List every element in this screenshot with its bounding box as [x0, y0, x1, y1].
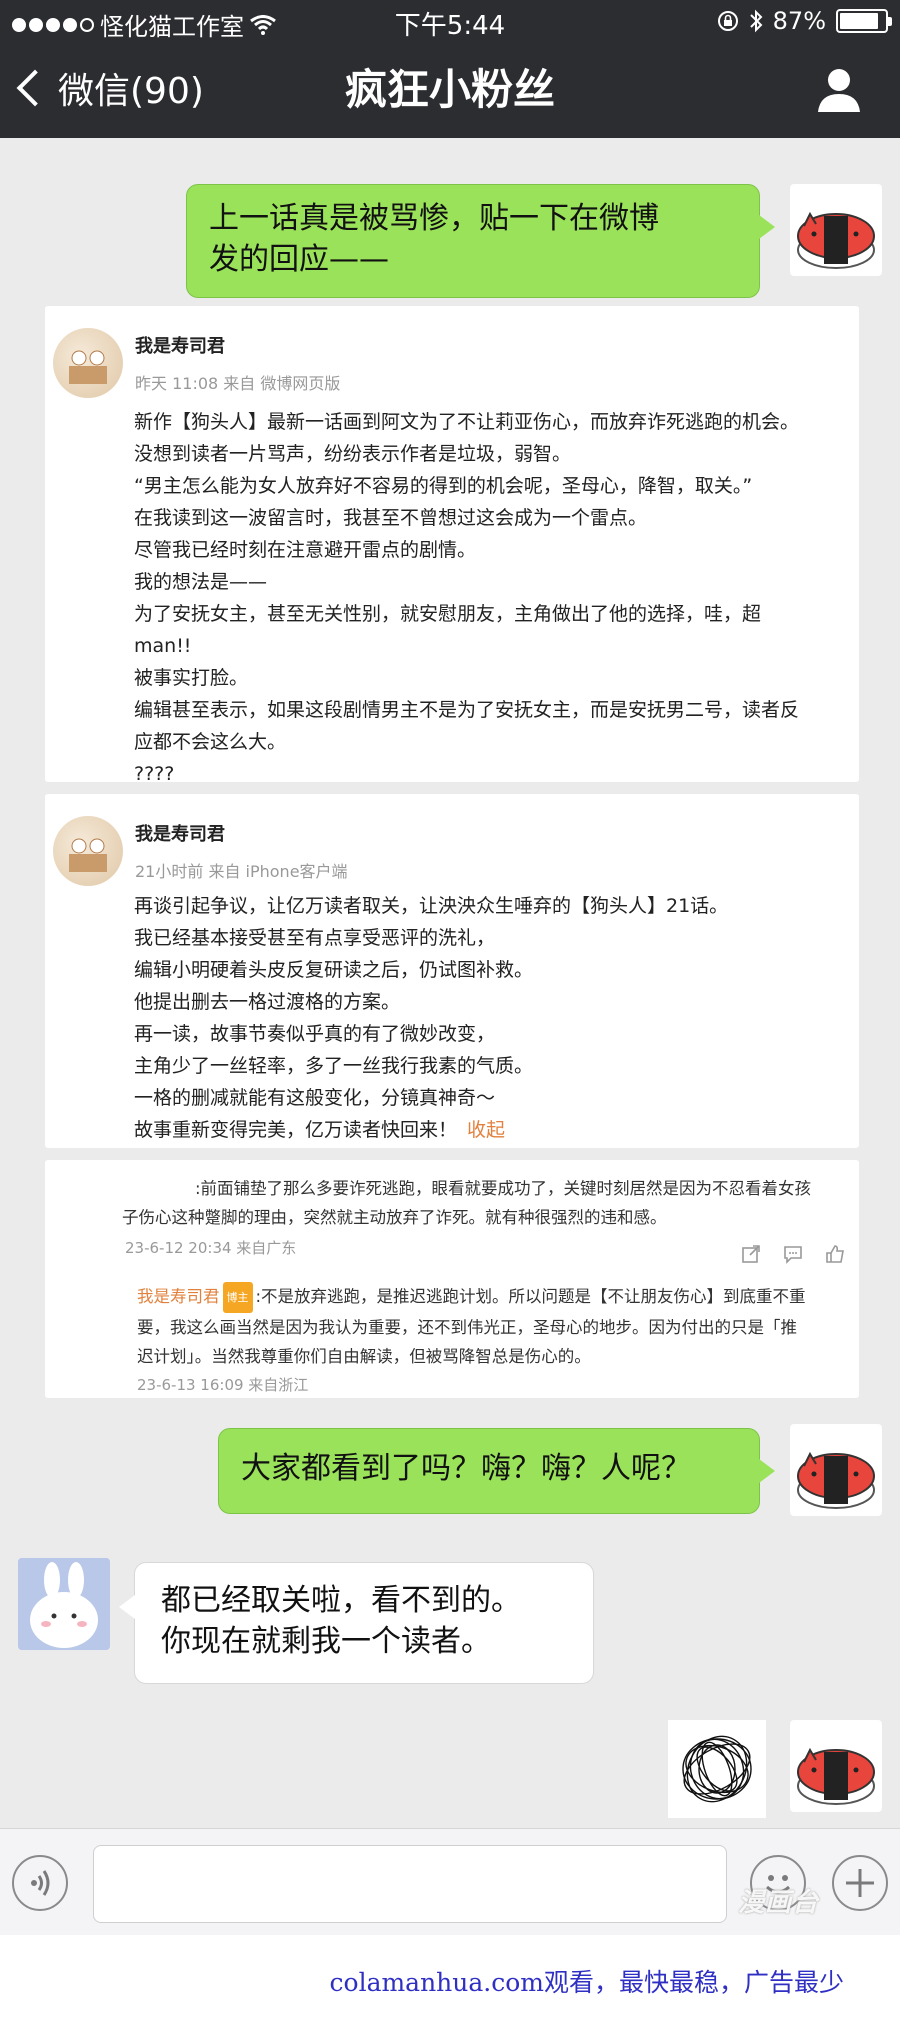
blogger-badge: 博主	[222, 1282, 253, 1313]
my-avatar-sushi[interactable]	[790, 184, 882, 276]
weibo-post-1: 我是寿司君 昨天 11:08 来自 微博网页版 新作【狗头人】最新一话画到阿文为…	[45, 306, 859, 785]
comment-meta: 23-6-12 20:34 来自广东	[125, 1239, 297, 1257]
author-avatar[interactable]	[53, 328, 123, 398]
post-2-body: 再谈引起争议，让亿万读者取关，让泱泱众生唾弃的【狗头人】21话。 我已经基本接受…	[134, 890, 854, 1146]
message-2-text: 大家都看到了吗？嗨？嗨？人呢？	[241, 1451, 691, 1486]
top-bar: 怪化猫工作室 下午5:44 87% 微信(90) 疯狂小粉丝	[0, 0, 900, 138]
chat-screen: 怪化猫工作室 下午5:44 87% 微信(90) 疯狂小粉丝 上一话真是被骂惨，…	[0, 0, 900, 1935]
battery-icon	[836, 9, 892, 33]
outgoing-message-1[interactable]: 上一话真是被骂惨，贴一下在微博 发的回应——	[186, 184, 775, 298]
author-avatar[interactable]	[53, 816, 123, 886]
comment-line-1: :前面铺垫了那么多要诈死逃跑，眼看就要成功了，关键时刻居然是因为不忍看着女孩	[195, 1179, 812, 1198]
post-1-header: 我是寿司君 昨天 11:08 来自 微博网页版	[135, 332, 340, 394]
comment-text: :前面铺垫了那么多要诈死逃跑，眼看就要成功了，关键时刻居然是因为不忍看着女孩 子…	[122, 1174, 839, 1263]
comment-actions	[741, 1244, 845, 1264]
fan-avatar-bunny[interactable]	[18, 1558, 110, 1650]
plus-icon	[846, 1869, 874, 1897]
post-1-body: 新作【狗头人】最新一话画到阿文为了不让莉亚伤心，而放弃诈死逃跑的机会。 没想到读…	[134, 411, 800, 785]
collapse-link[interactable]: 收起	[467, 1119, 505, 1141]
post-2-author[interactable]: 我是寿司君	[135, 820, 348, 846]
share-icon[interactable]	[741, 1244, 761, 1264]
incoming-line-1: 都已经取关啦，看不到的。	[161, 1583, 521, 1618]
chat-title: 疯狂小粉丝	[344, 65, 555, 114]
post-2-text: 再谈引起争议，让亿万读者取关，让泱泱众生唾弃的【狗头人】21话。 我已经基本接受…	[134, 895, 729, 1141]
battery-percent: 87%	[772, 7, 826, 35]
nav-bar: 微信(90) 疯狂小粉丝	[0, 42, 900, 138]
voice-icon	[31, 1870, 50, 1896]
site-watermark: 漫画台	[738, 1888, 820, 1918]
reply-author[interactable]: 我是寿司君	[137, 1287, 220, 1306]
reply-meta: 23-6-13 16:09 来自浙江	[137, 1376, 309, 1394]
message-input[interactable]	[93, 1845, 727, 1923]
message-1-line-1: 上一话真是被骂惨，贴一下在微博	[209, 201, 659, 236]
my-avatar-sushi[interactable]	[790, 1720, 882, 1812]
footer-ad-text: colamanhua.com观看，最快最稳，广告最少	[329, 1968, 844, 1997]
author-reply: 我是寿司君 博主:不是放弃逃跑，是推迟逃跑计划。所以问题是【不让朋友伤心】到底重不…	[137, 1282, 845, 1400]
more-button[interactable]	[832, 1855, 888, 1911]
incoming-line-2: 你现在就剩我一个读者。	[161, 1623, 491, 1659]
reply-line-3: 迟计划」。当然我尊重你们自由解读，但被骂降智总是伤心的。	[137, 1347, 591, 1366]
comment-line-2: 子伤心这种蹩脚的理由，突然就主动放弃了诈死。就有种很强烈的违和感。	[122, 1208, 667, 1227]
comment-icon[interactable]	[783, 1244, 803, 1264]
rotation-lock-icon	[717, 11, 738, 31]
like-icon[interactable]	[825, 1244, 845, 1264]
reply-line-1: 我是寿司君 博主:不是放弃逃跑，是推迟逃跑计划。所以问题是【不让朋友伤心】到底重不…	[137, 1282, 845, 1313]
status-bar: 怪化猫工作室 下午5:44 87%	[0, 0, 900, 42]
comment-card: :前面铺垫了那么多要诈死逃跑，眼看就要成功了，关键时刻居然是因为不忍看着女孩 子…	[45, 1160, 859, 1398]
contact-profile-icon[interactable]	[816, 66, 862, 112]
reply-text-1: :不是放弃逃跑，是推迟逃跑计划。所以问题是【不让朋友伤心】到底重不重	[255, 1287, 806, 1306]
post-1-meta: 昨天 11:08 来自 微博网页版	[135, 374, 341, 393]
footer-ad-bar: colamanhua.com观看，最快最稳，广告最少	[0, 1935, 900, 2031]
post-1-author[interactable]: 我是寿司君	[135, 332, 340, 358]
post-2-meta: 21小时前 来自 iPhone客户端	[135, 862, 348, 881]
outgoing-message-2[interactable]: 大家都看到了吗？嗨？嗨？人呢？	[218, 1428, 775, 1514]
my-avatar-sushi[interactable]	[790, 1424, 882, 1516]
status-right: 87%	[717, 7, 892, 35]
weibo-post-2: 我是寿司君 21小时前 来自 iPhone客户端 再谈引起争议，让亿万读者取关，…	[45, 794, 859, 1148]
post-2-header: 我是寿司君 21小时前 来自 iPhone客户端	[135, 820, 348, 882]
sent-image-scribble[interactable]	[668, 1720, 766, 1818]
message-1-line-2: 发的回应——	[209, 241, 389, 277]
reply-line-2: 要，我这么画当然是因为我认为重要，还不到伟光正，圣母心的地步。因为付出的只是「推	[137, 1318, 797, 1337]
bluetooth-icon	[749, 9, 763, 33]
voice-input-button[interactable]	[12, 1855, 68, 1911]
incoming-message[interactable]: 都已经取关啦，看不到的。 你现在就剩我一个读者。	[119, 1562, 594, 1684]
